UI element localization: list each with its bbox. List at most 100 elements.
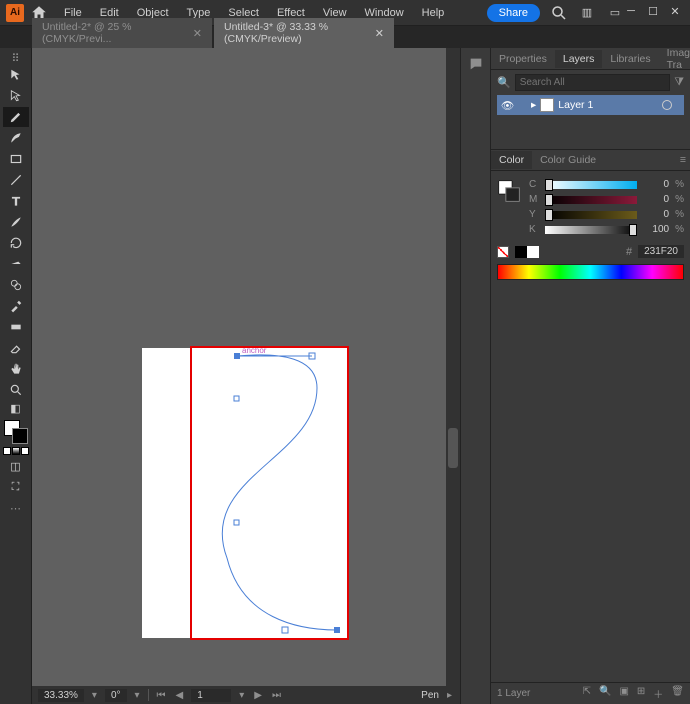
rotate-dropdown[interactable]: ▾ — [133, 690, 142, 701]
visibility-icon[interactable]: 👁 — [501, 99, 513, 112]
zoom-tool[interactable] — [3, 380, 29, 400]
black-slider[interactable] — [545, 226, 637, 234]
edit-toolbar[interactable]: ⋯ — [3, 498, 29, 518]
comments-icon[interactable] — [466, 54, 486, 74]
target-icon[interactable] — [662, 100, 672, 110]
bw-swatch[interactable] — [515, 246, 539, 258]
doc-tab-1-label: Untitled-2* @ 25 % (CMYK/Previ... — [42, 21, 185, 45]
doc-tab-2[interactable]: Untitled-3* @ 33.33 % (CMYK/Preview) ✕ — [214, 18, 394, 48]
layers-footer: 1 Layer ⇱ 🔍 ▣ ⊞ ＋ 🗑 — [491, 682, 690, 704]
layer-color-chip — [676, 98, 680, 112]
hand-tool[interactable] — [3, 359, 29, 379]
curvature-tool[interactable] — [3, 128, 29, 148]
screen-mode[interactable]: ⛶ — [3, 477, 29, 497]
canvas[interactable]: anchor 33.33% ▾ 0° ▾ ⏮ ◀ 1 ▾ ▶ ⏭ Pen ▸ — [32, 48, 460, 704]
export-icon[interactable]: ⇱ — [583, 686, 591, 701]
clip-mask-icon[interactable]: ▣ — [619, 686, 628, 701]
first-artboard[interactable]: ⏮ — [155, 690, 168, 701]
screen-modes[interactable] — [3, 447, 29, 455]
scrollbar-thumb[interactable] — [448, 428, 458, 468]
close-icon[interactable]: ✕ — [375, 27, 384, 40]
type-tool[interactable] — [3, 191, 29, 211]
vertical-scrollbar[interactable] — [446, 48, 460, 686]
properties-layers-tabs: Properties Layers Libraries Image Tra ≡ — [491, 48, 690, 70]
color-panel: C 0% M 0% Y 0% K — [491, 171, 690, 284]
paintbrush-tool[interactable] — [3, 212, 29, 232]
search-icon: 🔍 — [497, 76, 511, 89]
draw-mode[interactable]: ◫ — [3, 456, 29, 476]
prev-artboard[interactable]: ◀ — [174, 690, 186, 701]
cyan-value[interactable]: 0 — [643, 179, 669, 190]
tab-color[interactable]: Color — [491, 151, 532, 169]
cyan-slider[interactable] — [545, 181, 637, 189]
line-tool[interactable] — [3, 170, 29, 190]
new-sublayer-icon[interactable]: ⊞ — [637, 686, 645, 701]
disclosure-icon[interactable]: ▸ — [531, 99, 536, 111]
current-tool-label: Pen — [421, 690, 439, 701]
window-minimize[interactable]: ─ — [624, 4, 638, 18]
tab-libraries[interactable]: Libraries — [602, 50, 658, 68]
magenta-slider[interactable] — [545, 196, 637, 204]
zoom-dropdown[interactable]: ▾ — [90, 690, 99, 701]
artboard-number[interactable]: 1 — [191, 689, 231, 702]
last-artboard[interactable]: ⏭ — [270, 690, 283, 701]
hex-hash: # — [626, 246, 632, 258]
layer-row[interactable]: 👁 ▸ Layer 1 — [497, 95, 684, 115]
color-tabs: Color Color Guide ≡ — [491, 149, 690, 171]
rotate-view[interactable]: 0° — [105, 689, 127, 702]
black-value[interactable]: 100 — [643, 224, 669, 235]
window-close[interactable]: ✕ — [668, 4, 682, 18]
close-icon[interactable]: ✕ — [193, 27, 202, 40]
black-label: K — [529, 224, 539, 235]
tab-color-guide[interactable]: Color Guide — [532, 151, 604, 169]
eyedropper-tool[interactable] — [3, 296, 29, 316]
filter-icon[interactable]: ⧩ — [674, 76, 684, 89]
doc-tab-1[interactable]: Untitled-2* @ 25 % (CMYK/Previ... ✕ — [32, 18, 212, 48]
menu-help[interactable]: Help — [414, 5, 453, 21]
shape-builder-tool[interactable] — [3, 275, 29, 295]
new-layer-icon[interactable]: ＋ — [653, 686, 663, 701]
pen-tool[interactable] — [3, 107, 29, 127]
arrange-docs-icon[interactable]: ▥ — [578, 4, 596, 22]
search-icon[interactable] — [550, 4, 568, 22]
tab-properties[interactable]: Properties — [491, 50, 555, 68]
magenta-value[interactable]: 0 — [643, 194, 669, 205]
window-maximize[interactable]: ☐ — [646, 4, 660, 18]
locate-icon[interactable]: 🔍 — [599, 686, 611, 701]
share-button[interactable]: Share — [487, 4, 540, 22]
document-tabs: Untitled-2* @ 25 % (CMYK/Previ... ✕ Unti… — [0, 26, 690, 48]
gradient-tool[interactable] — [3, 317, 29, 337]
eraser-tool[interactable] — [3, 338, 29, 358]
status-menu[interactable]: ▸ — [445, 690, 454, 701]
stroke-swatch[interactable] — [12, 428, 28, 444]
tab-layers[interactable]: Layers — [555, 50, 603, 68]
layer-name[interactable]: Layer 1 — [558, 99, 593, 111]
none-swatch[interactable] — [497, 246, 509, 258]
status-bar: 33.33% ▾ 0° ▾ ⏮ ◀ 1 ▾ ▶ ⏭ Pen ▸ — [32, 686, 460, 704]
panel-menu-icon[interactable]: ≡ — [676, 154, 690, 166]
right-panels: Properties Layers Libraries Image Tra ≡ … — [490, 48, 690, 704]
layers-panel: 🔍 ⧩ 👁 ▸ Layer 1 — [491, 70, 690, 119]
collapsed-panel-strip — [460, 48, 490, 704]
tool-panel: ⠿ ◧ ◫ ⛶ ⋯ — [0, 48, 32, 704]
tab-image-trace[interactable]: Image Tra — [659, 44, 690, 74]
next-artboard[interactable]: ▶ — [252, 690, 264, 701]
color-fill-stroke[interactable] — [498, 180, 520, 202]
rotate-tool[interactable] — [3, 233, 29, 253]
color-spectrum[interactable] — [497, 264, 684, 280]
hex-value[interactable]: 231F20 — [638, 245, 684, 258]
zoom-level[interactable]: 33.33% — [38, 689, 84, 702]
tool-grip[interactable]: ⠿ — [11, 52, 19, 65]
selection-tool[interactable] — [3, 65, 29, 85]
rectangle-tool[interactable] — [3, 149, 29, 169]
layer-search-input[interactable] — [515, 74, 670, 91]
artboard-dropdown[interactable]: ▾ — [237, 690, 246, 701]
delete-layer-icon[interactable]: 🗑 — [671, 686, 684, 701]
yellow-slider[interactable] — [545, 211, 637, 219]
fill-stroke-swatch[interactable] — [4, 420, 28, 444]
fill-stroke-toggle[interactable]: ◧ — [3, 401, 29, 415]
direct-selection-tool[interactable] — [3, 86, 29, 106]
yellow-value[interactable]: 0 — [643, 209, 669, 220]
width-tool[interactable] — [3, 254, 29, 274]
yellow-label: Y — [529, 209, 539, 220]
